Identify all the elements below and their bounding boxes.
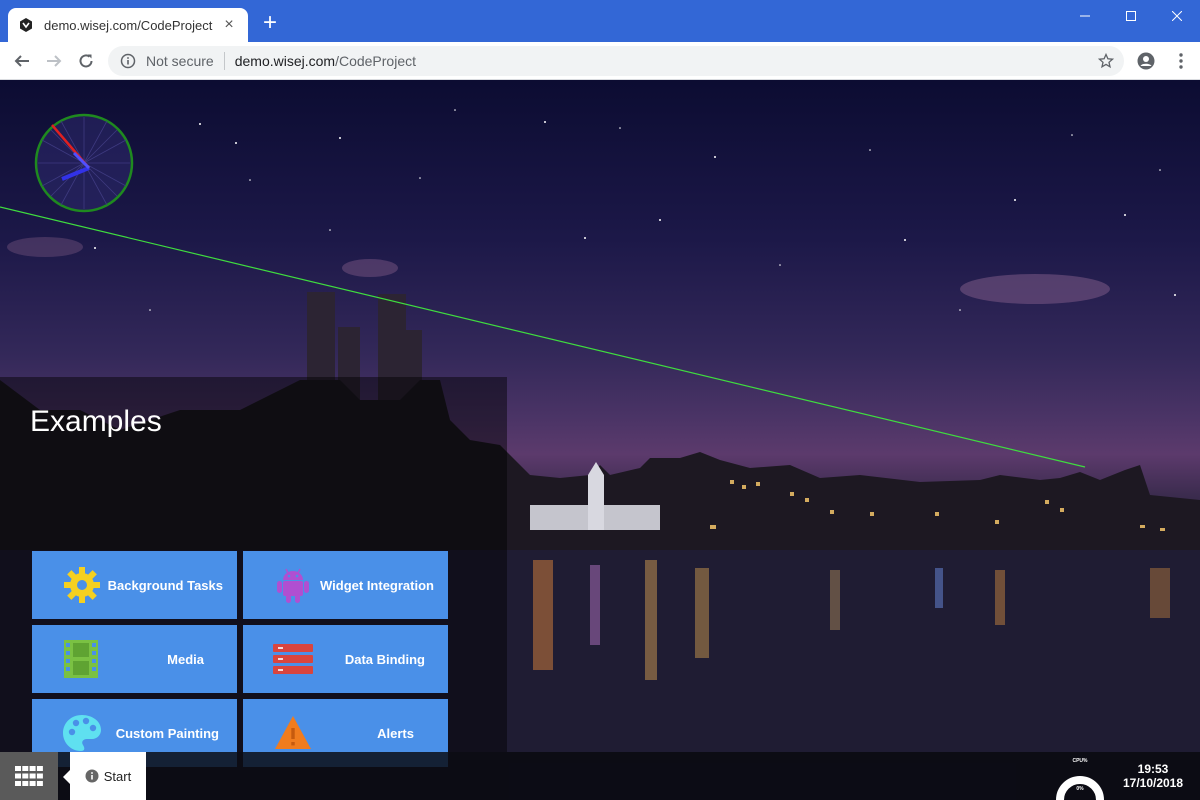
profile-button[interactable]: [1133, 46, 1159, 76]
omnibox-separator: [223, 52, 225, 70]
browser-titlebar: demo.wisej.com/CodeProject × +: [0, 0, 1200, 42]
media-tile[interactable]: Media: [32, 625, 237, 693]
minimize-icon: [1080, 15, 1090, 17]
taskbar-clock[interactable]: 19:53 17/10/2018: [1110, 762, 1196, 790]
tile-label: Media: [167, 651, 204, 667]
maximize-button[interactable]: [1108, 0, 1154, 32]
info-icon[interactable]: [120, 53, 136, 69]
film-icon: [64, 640, 98, 678]
bookmark-star-icon[interactable]: [1098, 53, 1114, 69]
data-binding-tile[interactable]: Data Binding: [243, 625, 448, 693]
browser-toolbar: Not secure demo.wisej.com/CodeProject: [0, 42, 1200, 80]
examples-panel: Examples Background Tasks Widget Integra…: [0, 377, 507, 767]
examples-title: Examples: [30, 405, 162, 438]
reload-button[interactable]: [71, 46, 101, 76]
wisej-favicon-icon: [20, 18, 32, 32]
taskbar: Start CPU% 0% 19:53 17/10/2018: [0, 752, 1200, 800]
close-window-button[interactable]: [1154, 0, 1200, 32]
cpu-gauge-label: CPU%: [1072, 758, 1088, 764]
start-menu-button[interactable]: [0, 752, 58, 800]
tab-title: demo.wisej.com/CodeProject: [44, 17, 213, 33]
desktop-viewport: Examples Background Tasks Widget Integra…: [0, 80, 1200, 800]
warning-icon: [275, 716, 311, 749]
forward-button[interactable]: [39, 46, 69, 76]
palette-icon: [63, 715, 101, 751]
close-icon: [1172, 11, 1182, 21]
browser-menu-button[interactable]: [1168, 46, 1194, 76]
start-tooltip: Start: [63, 752, 146, 800]
tile-label: Widget Integration: [320, 577, 434, 593]
address-bar[interactable]: Not secure demo.wisej.com/CodeProject: [108, 46, 1124, 76]
gear-icon: [64, 567, 100, 603]
database-icon: [273, 644, 313, 674]
clock-date: 17/10/2018: [1122, 776, 1184, 790]
tile-label: Data Binding: [344, 651, 425, 667]
arrow-left-icon: [14, 55, 29, 67]
tile-label: Background Tasks: [107, 577, 223, 593]
grid-icon: [15, 766, 43, 786]
window-controls: [1062, 0, 1200, 32]
url-path: /CodeProject: [335, 53, 417, 69]
tab-close-icon[interactable]: ×: [220, 16, 238, 34]
account-icon: [1137, 52, 1155, 70]
analog-clock: [34, 113, 134, 213]
cpu-gauge: CPU% 0%: [1056, 758, 1104, 800]
cpu-gauge-value: 0%: [1076, 786, 1084, 792]
browser-tab[interactable]: demo.wisej.com/CodeProject ×: [8, 8, 248, 42]
start-label: Start: [103, 768, 132, 784]
back-button[interactable]: [7, 46, 37, 76]
clock-time: 19:53: [1137, 762, 1169, 776]
url-host: demo.wisej.com: [234, 53, 336, 69]
background-tasks-tile[interactable]: Background Tasks: [32, 551, 237, 619]
new-tab-button[interactable]: +: [258, 11, 282, 36]
maximize-icon: [1126, 11, 1136, 21]
reload-icon: [79, 54, 93, 68]
info-circle-icon: [85, 769, 99, 783]
widget-integration-tile[interactable]: Widget Integration: [243, 551, 448, 619]
minimize-button[interactable]: [1062, 0, 1108, 32]
more-vertical-icon: [1179, 53, 1183, 69]
arrow-right-icon: [47, 55, 62, 67]
security-label: Not secure: [146, 53, 214, 69]
android-icon: [277, 568, 309, 603]
